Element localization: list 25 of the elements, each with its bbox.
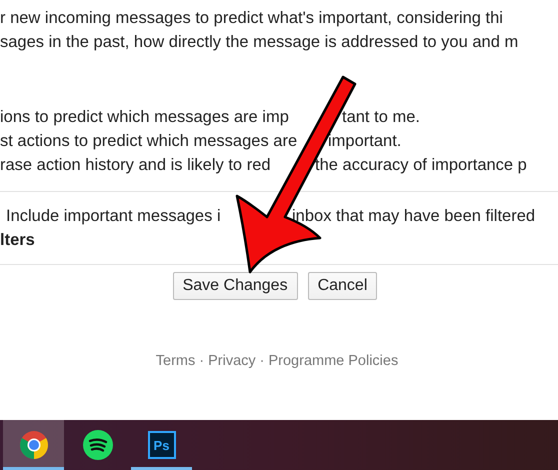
option-text: st actions to predict which messages are [0, 132, 298, 150]
option-text: the accuracy of importance p [315, 155, 527, 176]
separator-dot: · [260, 353, 264, 369]
section-heading: lters [0, 230, 36, 251]
option-text: tant to me. [342, 107, 420, 128]
option-text: important. [328, 131, 402, 152]
option-text: ions to predict which messages are imp [0, 108, 289, 126]
action-button[interactable]: Cancel [308, 272, 378, 300]
taskbar-button[interactable]: Ps [131, 420, 192, 470]
app-icon: Ps [148, 431, 176, 459]
footer-link[interactable]: Privacy [208, 353, 256, 369]
option-text: inbox that may have been filtered [292, 206, 536, 227]
running-indicator [131, 467, 192, 470]
description-text: r new incoming messages to predict what's important, considering thi [0, 8, 504, 29]
separator-dot: · [199, 353, 204, 369]
running-indicator [3, 467, 64, 470]
description-text: sages in the past, how directly the message is addressed to you and m [0, 32, 520, 53]
option-text: Include important messages i [6, 207, 221, 225]
music-app-icon [82, 430, 112, 460]
action-button[interactable]: Save Changes [172, 272, 298, 300]
option-text: rase action history and is likely to red [0, 156, 271, 174]
browser-icon [18, 430, 48, 460]
footer-link[interactable]: Terms [156, 353, 196, 369]
footer-link[interactable]: Programme Policies [268, 353, 398, 369]
taskbar-button[interactable] [3, 420, 64, 470]
